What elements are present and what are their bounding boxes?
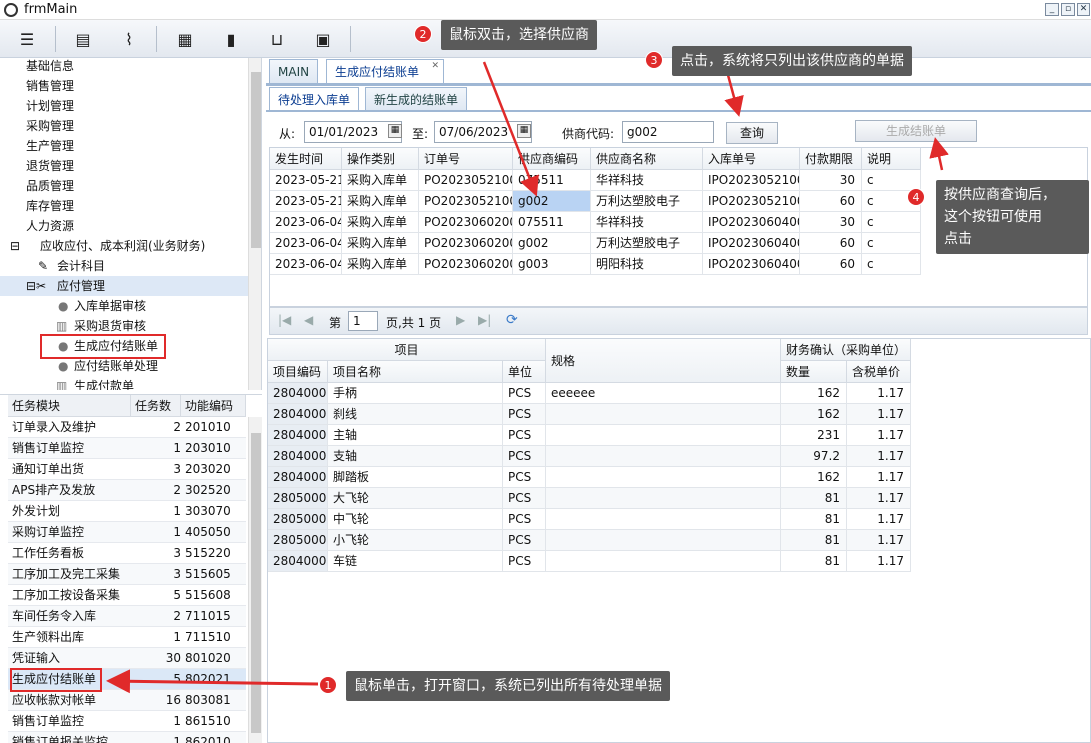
callout-4-line-3: 点击 xyxy=(944,231,972,247)
callout-4-line-2: 这个按钮可使用 xyxy=(944,209,1042,225)
callout-3: 点击，系统将只列出该供应商的单据 xyxy=(672,46,912,76)
callout-1: 鼠标单击，打开窗口，系统已列出所有待处理单据 xyxy=(346,671,670,701)
step-badge-2: 2 xyxy=(414,25,432,43)
step-badge-4: 4 xyxy=(907,188,925,206)
annotation-arrows xyxy=(106,61,949,694)
step-badge-1: 1 xyxy=(319,676,337,694)
step-badge-3: 3 xyxy=(645,51,663,69)
callout-4: 按供应商查询后， 这个按钮可使用 点击 xyxy=(936,180,1089,254)
callout-4-line-1: 按供应商查询后， xyxy=(944,187,1056,203)
callout-2: 鼠标双击，选择供应商 xyxy=(441,20,597,50)
